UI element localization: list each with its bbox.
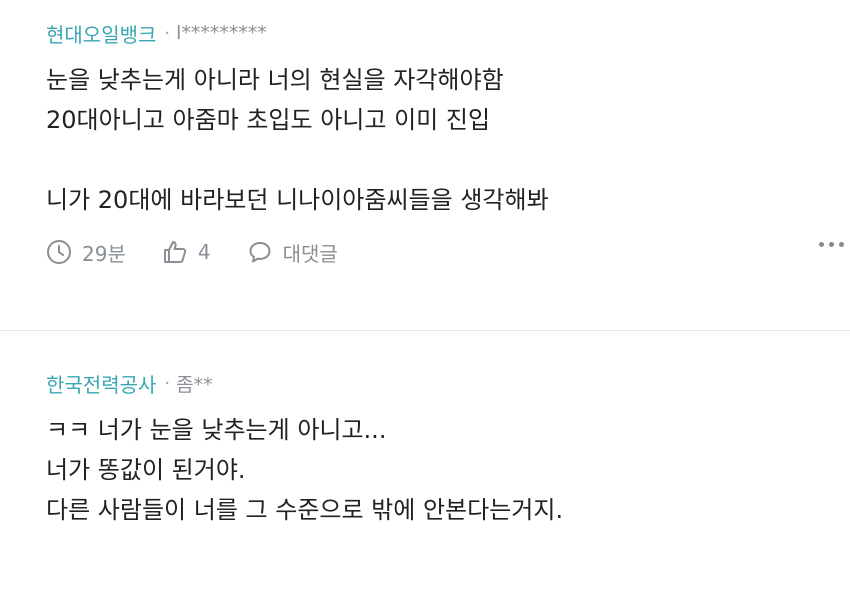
separator-dot: ·	[164, 372, 171, 394]
company-name[interactable]: 현대오일뱅크	[46, 19, 156, 48]
comment-body: ㅋㅋ 너가 눈을 낮추는게 아니고... 너가 똥값이 된거야. 다른 사람들이…	[46, 410, 850, 530]
comment-2: 한국전력공사 · 좀** ㅋㅋ 너가 눈을 낮추는게 아니고... 너가 똥값이…	[0, 368, 850, 530]
timestamp: 29분	[46, 238, 126, 267]
like-count: 4	[197, 240, 211, 264]
separator-dot: ·	[164, 22, 171, 44]
comment-line: 눈을 낮추는게 아니라 너의 현실을 자각해야함	[46, 66, 504, 94]
time-text: 29분	[82, 241, 126, 266]
comment-meta: 29분 4 대댓글	[46, 232, 850, 272]
company-name[interactable]: 한국전력공사	[46, 369, 156, 398]
comment-header: 한국전력공사 · 좀**	[46, 368, 850, 398]
more-options-icon[interactable]	[819, 242, 844, 247]
author-name: 좀**	[176, 373, 213, 396]
comment-body: 눈을 낮추는게 아니라 너의 현실을 자각해야함 20대아니고 아줌마 초입도 …	[46, 60, 850, 220]
comment-line: 다른 사람들이 너를 그 수준으로 밖에 안본다는거지.	[46, 496, 564, 524]
comment-line: 20대아니고 아줌마 초입도 아니고 이미 진입	[46, 106, 491, 134]
comment-header: 현대오일뱅크 · l*********	[46, 18, 850, 48]
reply-label: 대댓글	[282, 241, 338, 266]
comment-line-blank	[46, 140, 850, 180]
comment-1: 현대오일뱅크 · l********* 눈을 낮추는게 아니라 너의 현실을 자…	[0, 18, 850, 272]
comment-line: 니가 20대에 바라보던 니나이아줌씨들을 생각해봐	[46, 186, 549, 214]
comment-line: 너가 똥값이 된거야.	[46, 456, 246, 484]
like-button[interactable]: 4	[162, 239, 211, 265]
clock-icon	[47, 240, 71, 264]
divider	[0, 330, 850, 331]
thumbs-up-icon	[163, 241, 186, 263]
speech-bubble-icon	[249, 242, 271, 263]
reply-button[interactable]: 대댓글	[247, 238, 338, 267]
author-name: l*********	[176, 22, 267, 44]
comment-line: ㅋㅋ 너가 눈을 낮추는게 아니고...	[46, 416, 387, 444]
